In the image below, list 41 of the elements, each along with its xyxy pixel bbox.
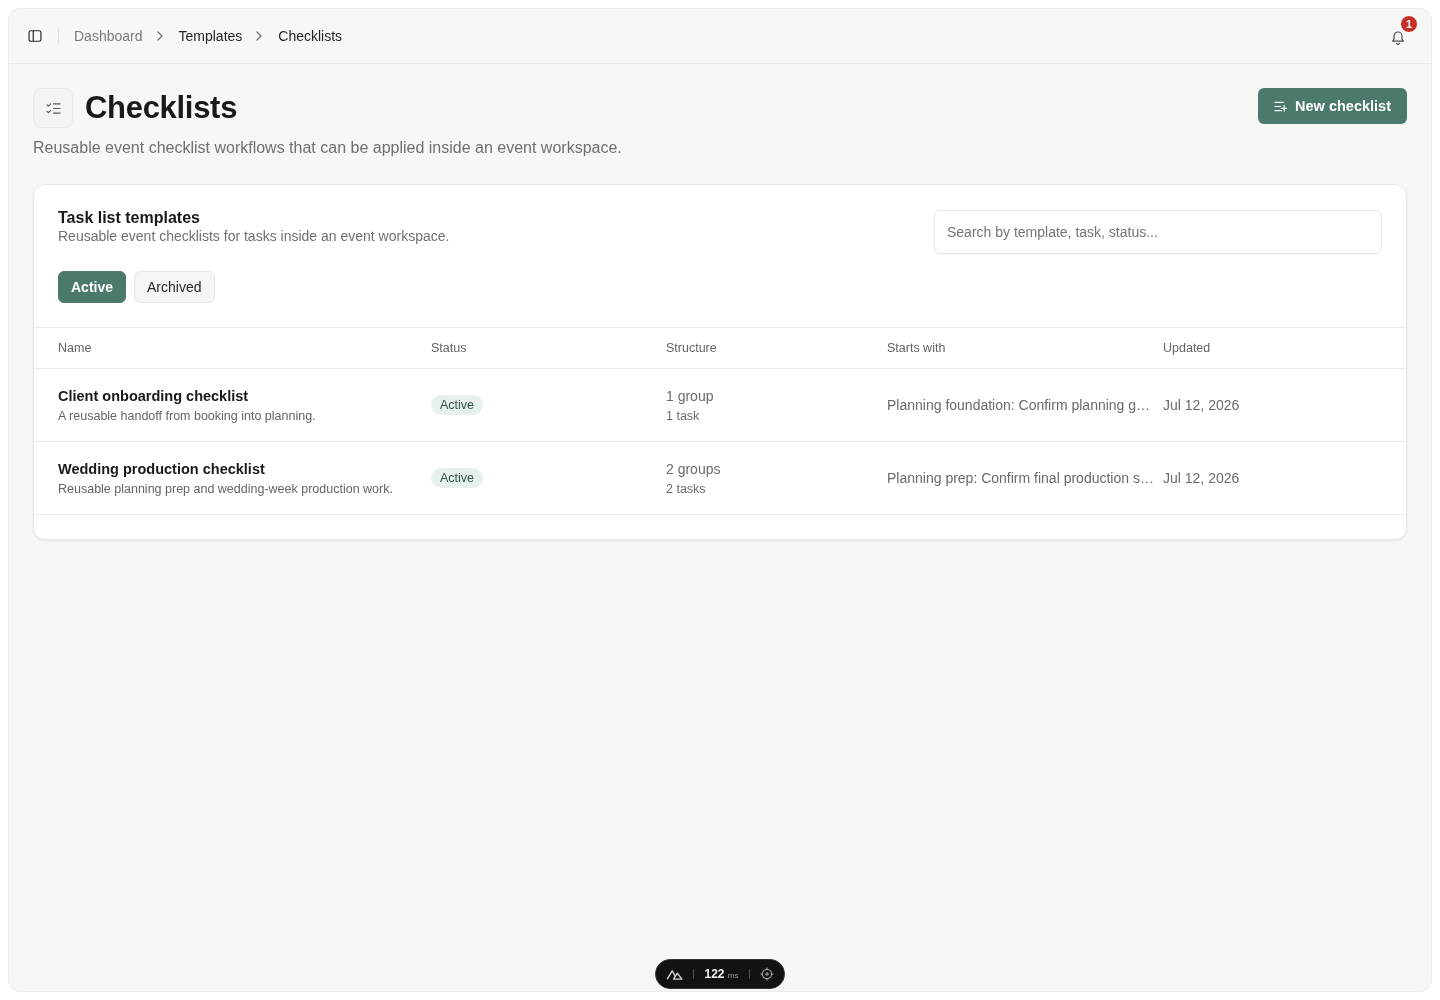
starts-with-text: Planning foundation: Confirm planning g…: [887, 397, 1151, 413]
column-header: Structure: [666, 341, 718, 355]
template-name: Wedding production checklist: [58, 460, 265, 477]
page-title: Checklists: [85, 89, 238, 127]
group-count: 2 groups: [666, 460, 721, 477]
filter-tab[interactable]: Archived: [134, 271, 215, 303]
template-name: Client onboarding checklist: [58, 387, 249, 404]
list-plus-icon: [1274, 100, 1288, 112]
task-count: 2 tasks: [666, 481, 706, 496]
chevron-right-icon: [256, 31, 263, 41]
column-header: Updated: [1163, 341, 1212, 355]
column-header: Starts with: [887, 341, 947, 355]
task-count: 1 task: [666, 408, 700, 423]
card-title: Task list templates: [58, 209, 201, 227]
group-count: 1 group: [666, 387, 714, 404]
crosshair-icon[interactable]: [759, 967, 774, 981]
updated-date: Jul 12, 2026: [1163, 470, 1240, 486]
updated-date: Jul 12, 2026: [1163, 397, 1240, 413]
status-tag: Active: [431, 468, 484, 488]
bell-icon[interactable]: [1391, 29, 1405, 45]
column-header: Name: [58, 341, 93, 355]
notification-count: 1: [1400, 14, 1419, 33]
chevron-right-icon: [156, 31, 163, 41]
status-tag: Active: [431, 395, 484, 415]
checklist-icon: [33, 88, 73, 128]
sidebar-toggle-icon[interactable]: [27, 28, 43, 44]
template-description: Reusable planning prep and wedding-week production work.: [58, 481, 393, 496]
devtools-bar[interactable]: 122 ms: [655, 959, 785, 989]
column-header: Status: [431, 341, 468, 355]
search-field[interactable]: Search by template, task, status...: [934, 210, 1382, 254]
starts-with-text: Planning prep: Confirm final production s…: [887, 470, 1154, 486]
card-description: Reusable event checklists for tasks inside an event workspace.: [58, 227, 450, 245]
filter-tab[interactable]: Active: [58, 271, 127, 303]
render-time: 122 ms: [704, 967, 739, 981]
mountain-icon[interactable]: [666, 968, 684, 980]
page-subtitle: Reusable event checklist workflows that can be applied inside an event workspace.: [33, 138, 622, 158]
template-description: A reusable handoff from booking into planning.: [58, 408, 316, 423]
breadcrumb-link[interactable]: Dashboard: [74, 28, 143, 44]
new-checklist-button[interactable]: New checklist: [1258, 88, 1407, 124]
breadcrumb-link[interactable]: Templates: [178, 28, 243, 44]
breadcrumb-link[interactable]: Checklists: [278, 28, 343, 44]
